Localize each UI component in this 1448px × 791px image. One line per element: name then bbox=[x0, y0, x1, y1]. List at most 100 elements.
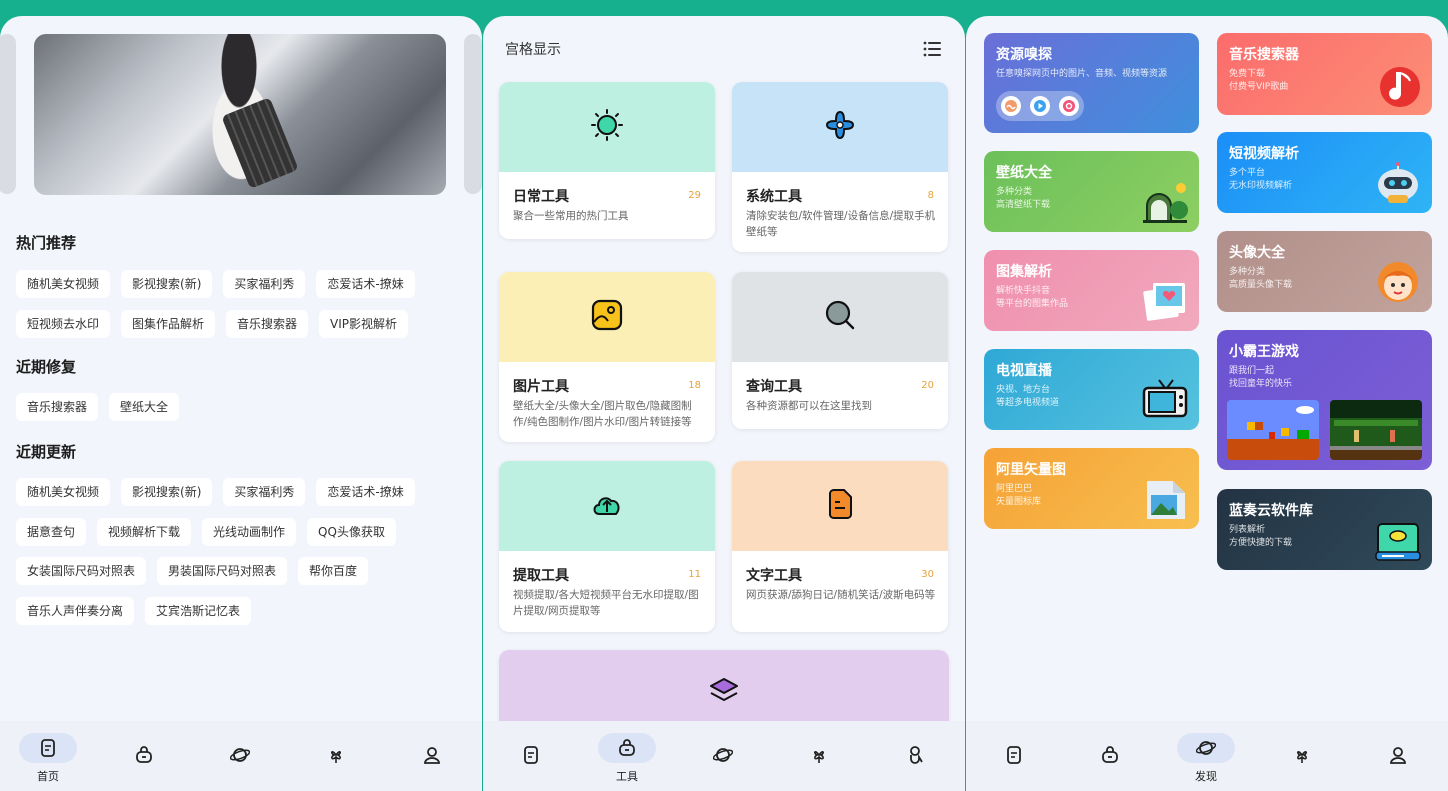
nav-profile[interactable] bbox=[867, 721, 963, 791]
nav-home[interactable] bbox=[966, 721, 1062, 791]
card-desc: 壁纸大全/头像大全/图片取色/隐藏图制作/纯色图制作/图片水印/图片转链接等 bbox=[513, 400, 692, 428]
nav-tools[interactable] bbox=[1062, 721, 1158, 791]
feature-card-vector[interactable]: 阿里矢量图 阿里巴巴 矢量图标库 bbox=[984, 448, 1199, 529]
tag-chip[interactable]: 影视搜索(新) bbox=[121, 478, 213, 506]
planet-icon bbox=[713, 748, 733, 762]
doc-icon bbox=[524, 746, 538, 764]
home-banner[interactable] bbox=[34, 34, 446, 195]
clover-icon bbox=[331, 751, 341, 763]
nav-tools[interactable]: 工具 bbox=[579, 721, 675, 791]
tag-chip[interactable]: 视频解析下载 bbox=[97, 517, 192, 546]
feature-sub: 跟我们一起 找回童年的快乐 bbox=[1229, 366, 1293, 389]
feature-sub: 解析快手抖音 等平台的图集作品 bbox=[996, 286, 1069, 309]
tag-chip[interactable]: 音乐搜索器 bbox=[16, 393, 99, 421]
bottom-nav: 首页 bbox=[0, 721, 482, 791]
gamepad-icon bbox=[825, 110, 855, 140]
user-icon bbox=[910, 746, 923, 764]
card-name: 文字工具 bbox=[746, 568, 802, 584]
tag-chip[interactable]: 壁纸大全 bbox=[109, 393, 180, 421]
nav-tools[interactable] bbox=[96, 721, 192, 791]
feature-title: 壁纸大全 bbox=[996, 165, 1052, 181]
tool-card-extract[interactable]: 提取工具 11 视频提取/各大短视频平台无水印提取/图片提取/网页提取等 bbox=[499, 461, 715, 632]
bottom-nav: 工具 bbox=[483, 721, 965, 791]
feature-title: 小霸王游戏 bbox=[1229, 344, 1299, 360]
nav-home[interactable] bbox=[483, 721, 579, 791]
nav-clover[interactable] bbox=[771, 721, 867, 791]
tool-card-system[interactable]: 系统工具 8 清除安装包/软件管理/设备信息/提取手机壁纸等 bbox=[732, 82, 948, 252]
nav-home[interactable]: 首页 bbox=[0, 721, 96, 791]
card-name: 日常工具 bbox=[513, 189, 569, 205]
video-type-icon bbox=[1030, 96, 1050, 116]
tag-chip[interactable]: QQ头像获取 bbox=[307, 517, 396, 546]
media-type-bar bbox=[996, 91, 1084, 121]
nav-discover[interactable] bbox=[192, 721, 288, 791]
game-screenshot-contra bbox=[1330, 400, 1422, 460]
tools-panel: 宫格显示 日常工具 29 聚合一些常用的热门工具 系统工具 8 清除安装包/软件… bbox=[483, 16, 965, 791]
tag-chip[interactable]: 艾宾浩斯记忆表 bbox=[145, 596, 252, 625]
tag-chip[interactable]: 随机美女视频 bbox=[16, 270, 111, 298]
banner-next[interactable] bbox=[464, 34, 482, 194]
feature-card-gallery[interactable]: 图集解析 解析快手抖音 等平台的图集作品 bbox=[984, 250, 1199, 331]
tag-chip[interactable]: 男装国际尺码对照表 bbox=[157, 557, 288, 585]
tag-chip[interactable]: 影视搜索(新) bbox=[121, 270, 213, 298]
nav-clover[interactable] bbox=[288, 721, 384, 791]
tool-card-text[interactable]: 文字工具 30 网页获源/舔狗日记/随机笑话/波斯电码等 bbox=[732, 461, 948, 632]
tool-card-query[interactable]: 查询工具 20 各种资源都可以在这里找到 bbox=[732, 272, 948, 429]
user-icon bbox=[424, 747, 440, 764]
tag-chip[interactable]: 光线动画制作 bbox=[202, 517, 297, 546]
tool-card-daily[interactable]: 日常工具 29 聚合一些常用的热门工具 bbox=[499, 82, 715, 239]
planet-icon bbox=[1196, 741, 1216, 755]
avatar-icon bbox=[1378, 262, 1418, 302]
nav-clover[interactable] bbox=[1254, 721, 1350, 791]
tool-card-image[interactable]: 图片工具 18 壁纸大全/头像大全/图片取色/隐藏图制作/纯色图制作/图片水印/… bbox=[499, 272, 715, 442]
feature-title: 资源嗅探 bbox=[996, 47, 1052, 63]
card-count: 11 bbox=[688, 569, 701, 580]
feature-card-sniff[interactable]: 资源嗅探 任意嗅探网页中的图片、音频、视频等资源 bbox=[984, 33, 1199, 133]
tag-chip[interactable]: 恋爱话术-撩妹 bbox=[316, 270, 415, 298]
toolbox-icon bbox=[619, 739, 635, 756]
banner-prev[interactable] bbox=[0, 34, 16, 194]
vector-icon bbox=[1147, 481, 1185, 519]
feature-card-music[interactable]: 音乐搜索器 免费下载 付费号VIP歌曲 bbox=[1217, 33, 1432, 115]
nav-profile[interactable] bbox=[384, 721, 480, 791]
user-icon bbox=[1390, 747, 1406, 764]
feature-card-game[interactable]: 小霸王游戏 跟我们一起 找回童年的快乐 bbox=[1217, 330, 1432, 470]
nav-tools-label: 工具 bbox=[616, 770, 638, 783]
feature-card-avatar[interactable]: 头像大全 多种分类 高质量头像下载 bbox=[1217, 231, 1432, 312]
feature-card-tv[interactable]: 电视直播 央视、地方台 等超多电视频道 bbox=[984, 349, 1199, 430]
feature-card-wallpaper[interactable]: 壁纸大全 多种分类 高清壁纸下载 bbox=[984, 151, 1199, 232]
tag-chip[interactable]: 随机美女视频 bbox=[16, 478, 111, 506]
feature-title: 电视直播 bbox=[996, 363, 1052, 379]
feature-sub: 任意嗅探网页中的图片、音频、视频等资源 bbox=[996, 69, 1168, 79]
tool-card-more[interactable] bbox=[499, 650, 949, 725]
feature-card-shortvideo[interactable]: 短视频解析 多个平台 无水印视频解析 bbox=[1217, 132, 1432, 213]
section-title-fixed: 近期修复 bbox=[16, 358, 77, 376]
list-view-icon[interactable] bbox=[923, 41, 941, 57]
tag-chip[interactable]: 买家福利秀 bbox=[223, 478, 306, 506]
card-desc: 清除安装包/软件管理/设备信息/提取手机壁纸等 bbox=[746, 210, 936, 238]
card-count: 8 bbox=[927, 190, 934, 201]
nav-discover[interactable] bbox=[675, 721, 771, 791]
tag-chip[interactable]: 恋爱话术-撩妹 bbox=[316, 478, 415, 506]
tag-chip[interactable]: VIP影视解析 bbox=[319, 309, 409, 338]
tag-chip[interactable]: 帮你百度 bbox=[298, 557, 369, 585]
nav-profile[interactable] bbox=[1350, 721, 1446, 791]
clover-icon bbox=[814, 751, 824, 763]
tag-chip[interactable]: 短视频去水印 bbox=[16, 309, 111, 338]
tag-chip[interactable]: 音乐人声伴奏分离 bbox=[16, 596, 135, 625]
feature-sub: 多个平台 无水印视频解析 bbox=[1229, 168, 1293, 191]
tv-icon bbox=[1142, 379, 1188, 418]
tag-chip[interactable]: 买家福利秀 bbox=[223, 270, 306, 298]
tag-chip[interactable]: 音乐搜索器 bbox=[226, 309, 309, 338]
nav-discover[interactable]: 发现 bbox=[1158, 721, 1254, 791]
tag-chip[interactable]: 图集作品解析 bbox=[121, 309, 216, 338]
feature-card-lanzou[interactable]: 蓝奏云软件库 列表解析 方便快捷的下载 bbox=[1217, 489, 1432, 570]
feature-title: 音乐搜索器 bbox=[1229, 47, 1299, 63]
card-desc: 视频提取/各大短视频平台无水印提取/图片提取/网页提取等 bbox=[513, 589, 699, 617]
card-name: 提取工具 bbox=[513, 568, 569, 584]
card-name: 图片工具 bbox=[513, 379, 569, 395]
tag-chip[interactable]: 女装国际尺码对照表 bbox=[16, 557, 147, 585]
planet-icon bbox=[230, 748, 250, 762]
tag-chip[interactable]: 据意查句 bbox=[16, 517, 87, 546]
nav-home-label: 首页 bbox=[37, 770, 59, 783]
